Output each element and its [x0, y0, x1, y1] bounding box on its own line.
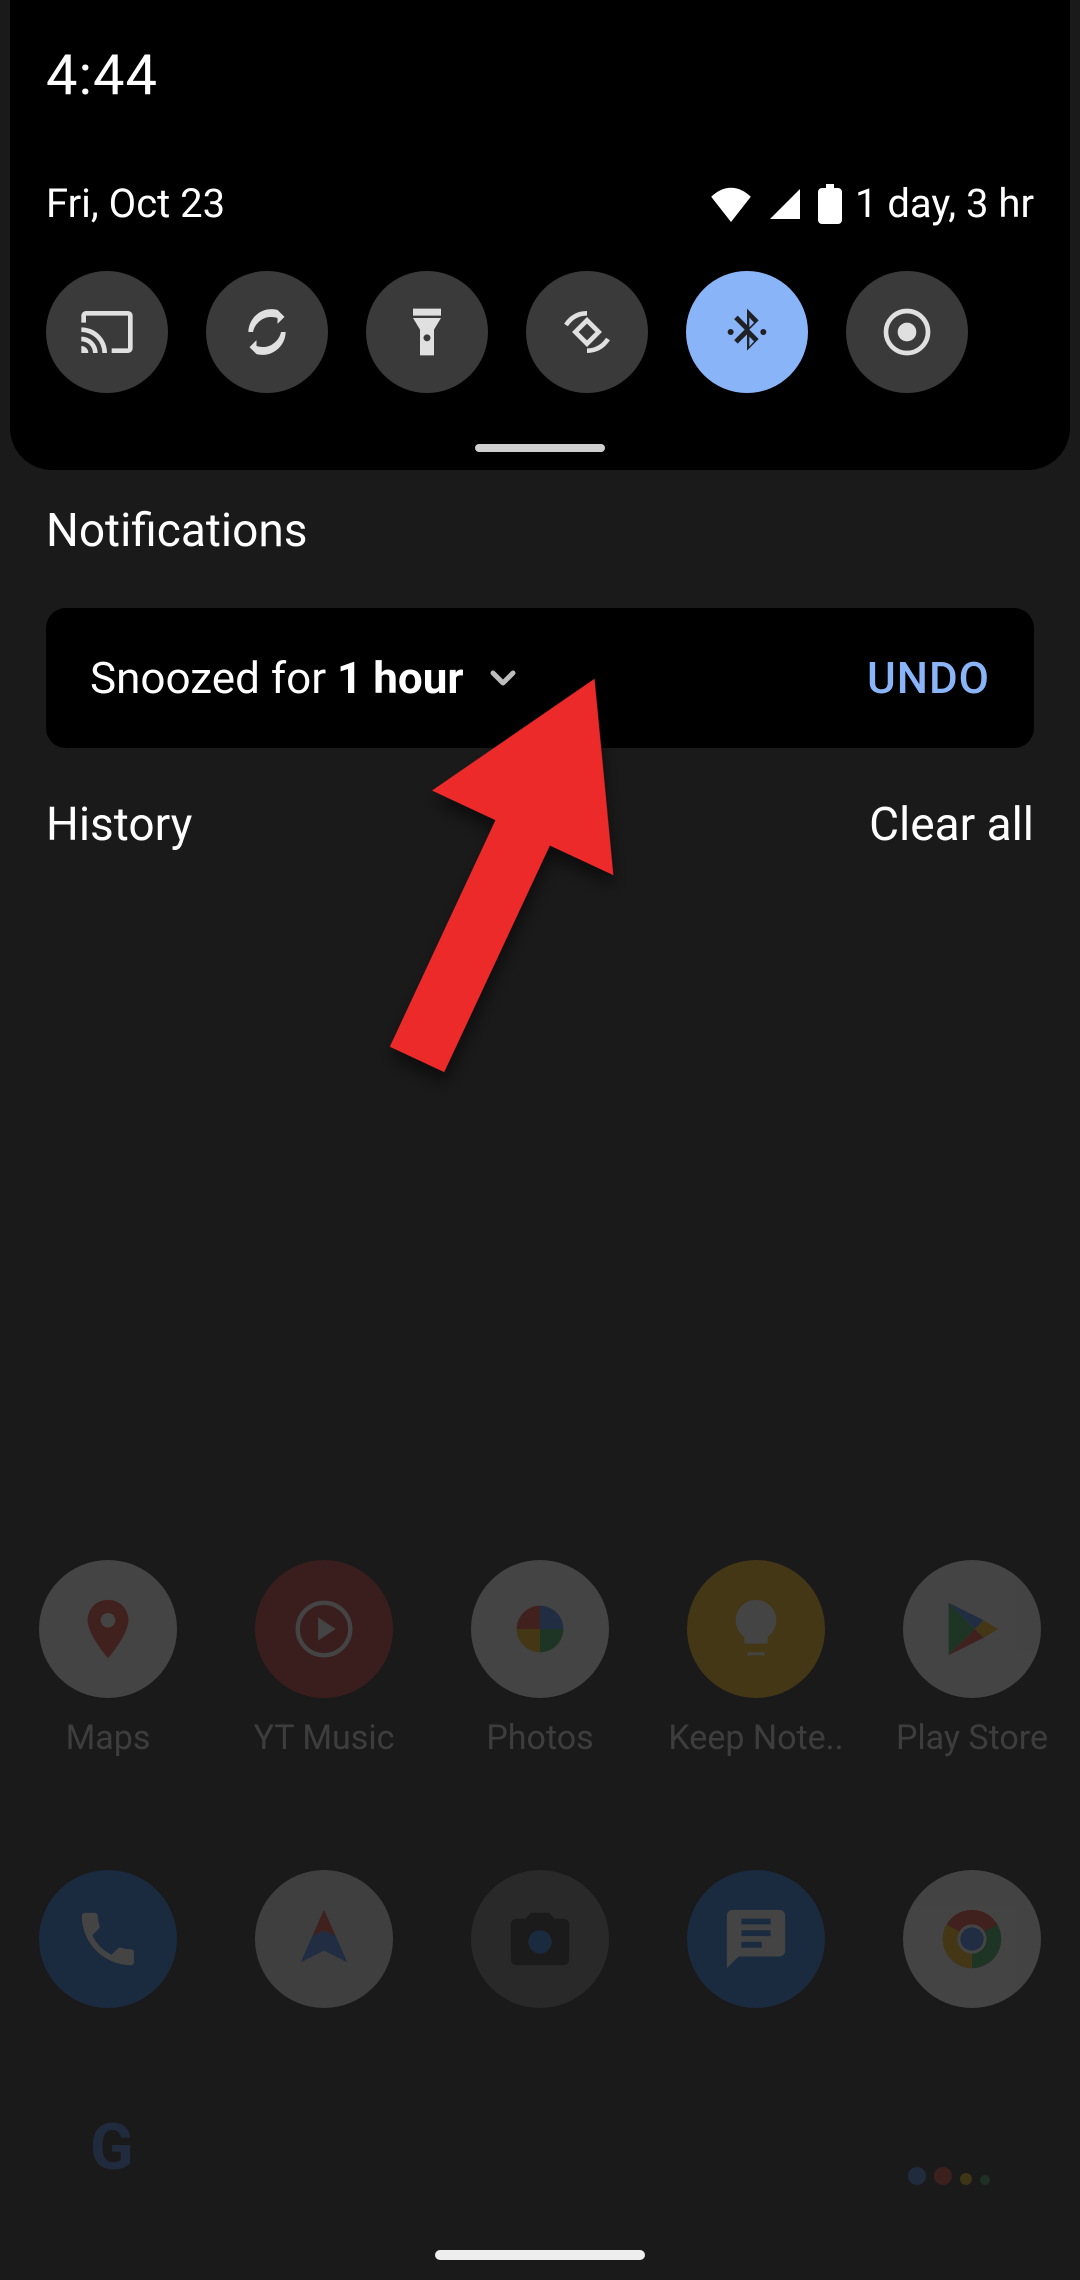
cellular-icon [765, 186, 805, 222]
shade-status-row: Fri, Oct 23 1 day, 3 hr [46, 180, 1034, 227]
home-dock-row [0, 1870, 1080, 2008]
gesture-nav-pill[interactable] [435, 2250, 645, 2260]
app-messages[interactable] [687, 1870, 825, 2008]
qs-live-caption[interactable] [846, 271, 968, 393]
app-label: Photos [486, 1718, 593, 1758]
status-time: 4:44 [46, 0, 1034, 108]
bluetooth-icon [719, 304, 775, 360]
clear-all-button[interactable]: Clear all [869, 798, 1034, 852]
app-label: Maps [66, 1718, 151, 1758]
quick-settings-row [46, 271, 1034, 393]
chevron-down-icon [483, 658, 523, 698]
notifications-footer: History Clear all [46, 798, 1034, 852]
assistant-icon[interactable] [908, 2110, 990, 2185]
snooze-prefix: Snoozed for [90, 652, 337, 704]
qs-cast[interactable] [46, 271, 168, 393]
app-maps[interactable]: Maps [39, 1560, 177, 1758]
app-label: Play Store [896, 1718, 1048, 1758]
history-button[interactable]: History [46, 798, 192, 852]
notification-shade: 4:44 Fri, Oct 23 1 day, 3 hr [10, 0, 1070, 470]
app-yt-music[interactable]: YT Music [255, 1560, 393, 1758]
google-logo[interactable]: G [90, 2110, 134, 2185]
shade-date: Fri, Oct 23 [46, 180, 225, 227]
app-camera[interactable] [471, 1870, 609, 2008]
snooze-duration-selector[interactable]: Snoozed for 1 hour [90, 652, 523, 704]
cast-icon [79, 304, 135, 360]
snooze-duration: 1 hour [337, 652, 463, 704]
app-keep-notes[interactable]: Keep Note.. [687, 1560, 825, 1758]
wifi-icon [709, 186, 753, 222]
battery-text: 1 day, 3 hr [855, 180, 1034, 227]
app-photos[interactable]: Photos [471, 1560, 609, 1758]
app-navigation[interactable] [255, 1870, 393, 2008]
search-pill-row: G [0, 2110, 1080, 2185]
live-caption-icon [879, 304, 935, 360]
qs-autorotate[interactable] [206, 271, 328, 393]
notifications-area: Notifications Snoozed for 1 hour UNDO Hi… [10, 470, 1070, 852]
undo-button[interactable]: UNDO [867, 652, 990, 704]
qs-flashlight[interactable] [366, 271, 488, 393]
app-chrome[interactable] [903, 1870, 1041, 2008]
snooze-card: Snoozed for 1 hour UNDO [46, 608, 1034, 748]
qs-bluetooth[interactable] [686, 271, 808, 393]
shade-drag-handle[interactable] [475, 444, 605, 452]
qs-nearby-share[interactable] [526, 271, 648, 393]
app-phone[interactable] [39, 1870, 177, 2008]
notifications-heading: Notifications [46, 504, 1034, 558]
autorotate-icon [239, 304, 295, 360]
flashlight-icon [399, 304, 455, 360]
battery-icon [817, 184, 843, 224]
app-label: Keep Note.. [668, 1718, 843, 1758]
app-label: YT Music [254, 1718, 395, 1758]
app-play-store[interactable]: Play Store [903, 1560, 1041, 1758]
status-icons: 1 day, 3 hr [709, 180, 1034, 227]
home-app-row: Maps YT Music Photos Keep Note [0, 1560, 1080, 1758]
nearby-icon [559, 304, 615, 360]
